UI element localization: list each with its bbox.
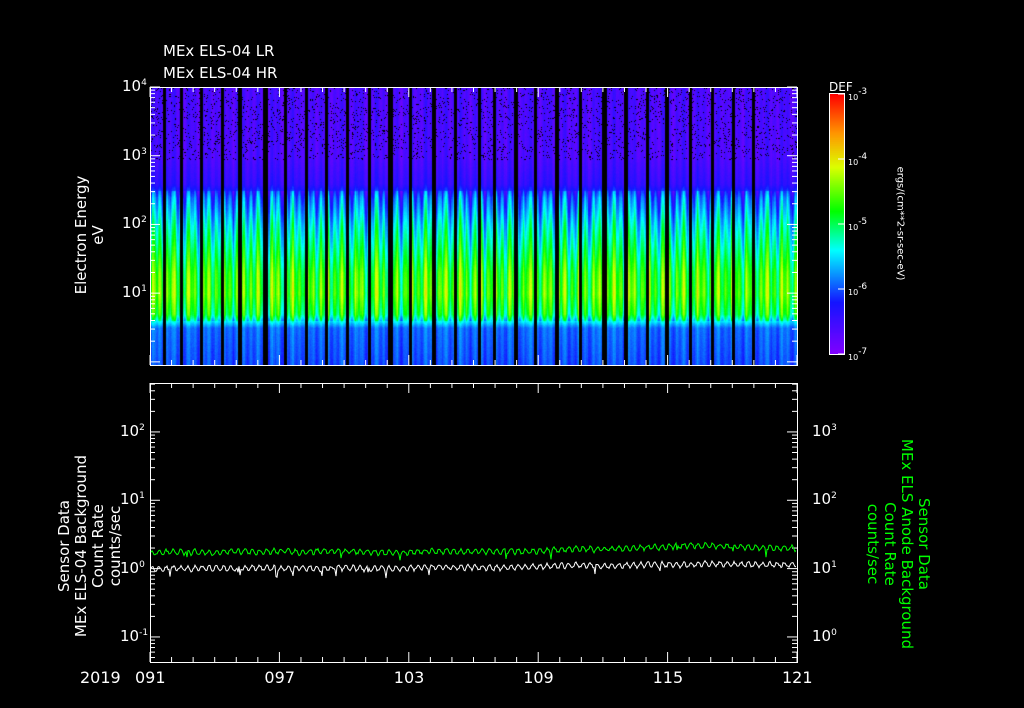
spectrogram-ytick-label: 103 (122, 145, 147, 164)
anode-background-count-rate-line (150, 541, 797, 561)
x-tick-label: 091 (135, 668, 166, 687)
right-ytick-label: 102 (812, 490, 837, 509)
right-label-line: MEx ELS Anode Background (898, 438, 916, 650)
colorbar-tick-label: 10-6 (848, 282, 868, 297)
ylabel-text: Electron Energy (72, 175, 90, 295)
count-rate-frame (150, 383, 798, 663)
colorbar-tick-label: 10-5 (848, 217, 868, 232)
year-label: 2019 (80, 668, 121, 687)
left-ytick-label: 10-1 (120, 626, 149, 645)
x-tick-label: 103 (393, 668, 425, 687)
spectrogram-ylabel: Electron Energy eV (72, 165, 107, 305)
spectrogram-ytick-label: 104 (122, 77, 147, 95)
right-label-line: Count Rate (881, 502, 899, 586)
left-ytick-label: 101 (120, 490, 145, 509)
left-label-line: counts/sec (106, 505, 124, 587)
left-ytick-label: 100 (120, 558, 145, 577)
right-label-line: Sensor Data (915, 498, 933, 590)
x-tick-label: 115 (652, 668, 684, 687)
left-ytick-label: 102 (120, 421, 145, 440)
colorbar-tick-label: 10-7 (848, 347, 868, 362)
spectrogram-ytick-label: 101 (122, 283, 147, 302)
left-label-line: MEx ELS-04 Background (72, 454, 90, 638)
right-ytick-label: 100 (812, 626, 837, 645)
left-axis-label: Sensor Data MEx ELS-04 Background Count … (55, 436, 124, 656)
left-label-line: Count Rate (89, 504, 107, 588)
x-tick-label: 121 (782, 668, 813, 687)
right-axis-label: Sensor Data MEx ELS Anode Background Cou… (864, 424, 933, 664)
colorbar-unit: ergs/(cm**2-sr-sec-eV) (894, 166, 906, 281)
x-tick-label: 097 (264, 668, 295, 687)
spectrogram-frame (150, 87, 798, 366)
right-ytick-label: 103 (812, 421, 837, 440)
right-ytick-label: 101 (812, 558, 837, 577)
colorbar-tick-label: 10-3 (848, 87, 868, 102)
ylabel-unit: eV (89, 225, 107, 245)
left-label-line: Sensor Data (55, 500, 73, 592)
background-count-rate-line (150, 559, 797, 579)
x-tick-label: 109 (523, 668, 554, 687)
colorbar-tick-label: 10-4 (848, 152, 868, 167)
spectrogram-ytick-label: 102 (122, 214, 147, 233)
right-label-line: counts/sec (864, 503, 882, 585)
